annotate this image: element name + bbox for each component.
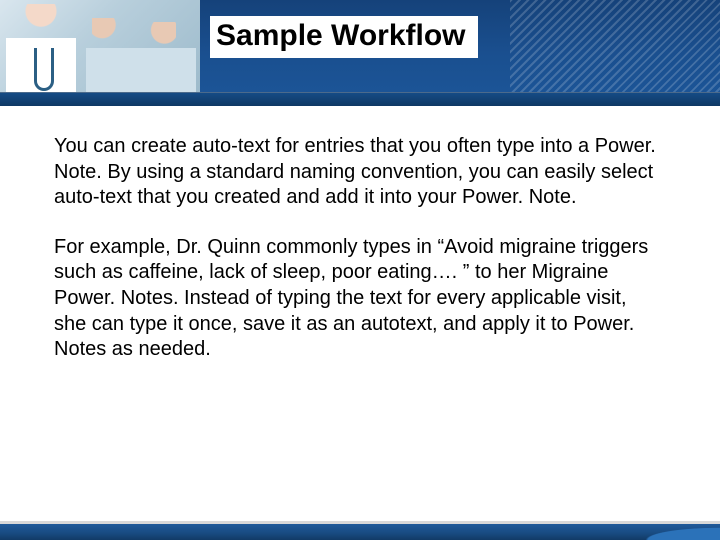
paragraph-1: You can create auto-text for entries tha…: [54, 134, 660, 211]
paragraph-2: For example, Dr. Quinn commonly types in…: [54, 235, 660, 363]
slide: Sample Workflow You can create auto-text…: [0, 0, 720, 540]
doctor-figure: [6, 4, 76, 104]
title-band-bottom-stripe: [0, 92, 720, 106]
body-text: You can create auto-text for entries tha…: [54, 134, 660, 387]
header-photo: [0, 0, 200, 106]
footer-swoosh: [530, 520, 720, 540]
title-band: Sample Workflow: [0, 0, 720, 106]
slide-title: Sample Workflow: [210, 16, 478, 58]
diagonal-pattern: [510, 0, 720, 106]
footer-bar: [0, 524, 720, 540]
